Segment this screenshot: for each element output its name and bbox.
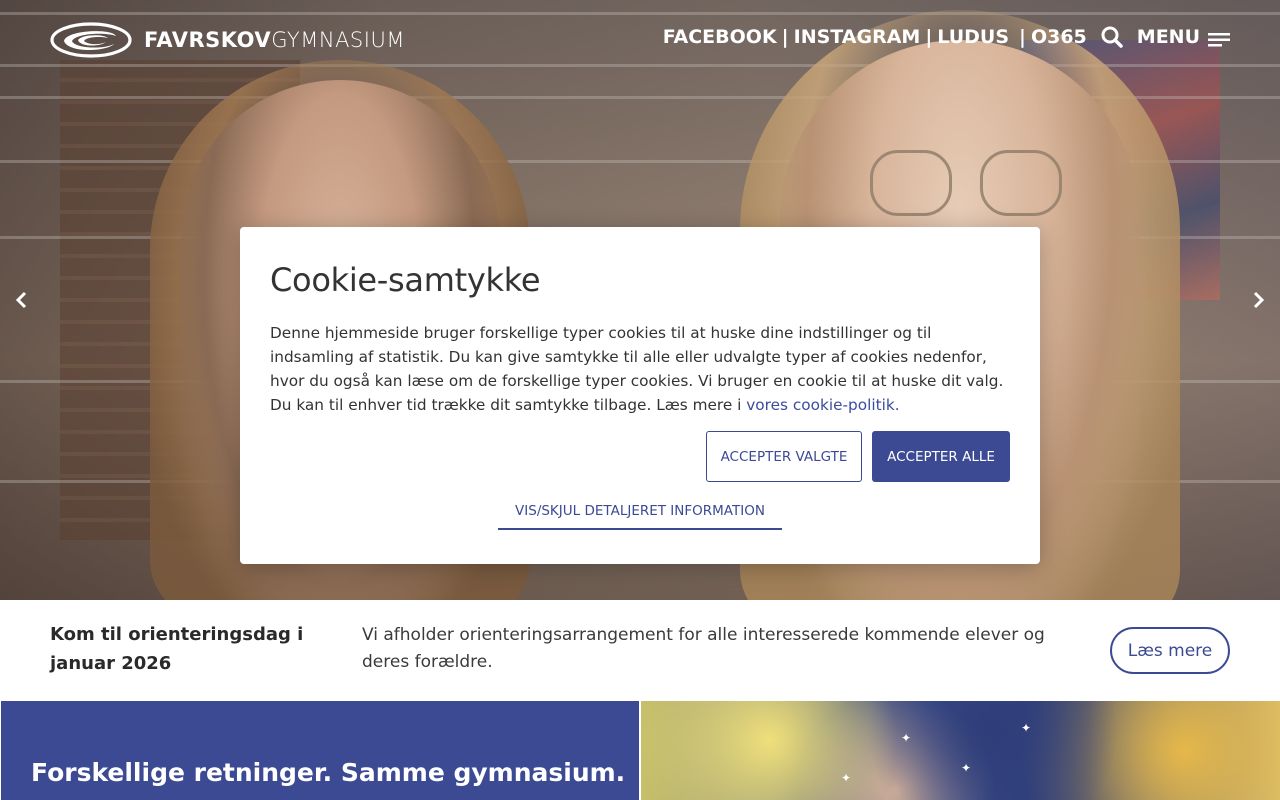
hero-glasses	[870, 150, 1070, 220]
nav-link-instagram[interactable]: INSTAGRAM	[794, 26, 921, 48]
promo-panel: Forskellige retninger. Samme gymnasium.	[1, 701, 639, 800]
nav-link-ludus[interactable]: LUDUS	[937, 26, 1009, 48]
cookie-dialog-title: Cookie-samtykke	[270, 261, 541, 299]
cookie-consent-dialog: Cookie-samtykke Denne hjemmeside bruger …	[240, 227, 1040, 564]
site-logo[interactable]: FAVRSKOVGYMNASIUM	[50, 22, 405, 58]
chevron-left-icon[interactable]	[12, 290, 32, 310]
toggle-details-link[interactable]: VIS/SKJUL DETALJERET INFORMATION	[498, 503, 782, 530]
star-decoration: ✦	[901, 731, 912, 745]
accept-all-button[interactable]: ACCEPTER ALLE	[872, 431, 1010, 482]
top-nav: FACEBOOK | INSTAGRAM | LUDUS | O365 MENU	[663, 26, 1230, 48]
chevron-right-icon[interactable]	[1248, 290, 1268, 310]
logo-swirl-icon	[50, 22, 132, 58]
menu-label: MENU	[1136, 26, 1200, 48]
cookie-policy-link[interactable]: vores cookie-politik	[746, 396, 894, 414]
promo-image: ✦ ✦ ✦ ✦	[641, 701, 1280, 800]
nav-separator: |	[781, 26, 789, 48]
nav-separator: |	[1019, 26, 1026, 48]
read-more-button[interactable]: Læs mere	[1110, 627, 1230, 674]
logo-light-text: GYMNASIUM	[271, 28, 405, 52]
cookie-link-suffix: .	[894, 396, 900, 414]
event-description: Vi afholder orienteringsarrangement for …	[362, 625, 1045, 672]
site-header: FAVRSKOVGYMNASIUM FACEBOOK | INSTAGRAM |…	[0, 0, 1280, 80]
promo-heading: Forskellige retninger. Samme gymnasium.	[31, 758, 626, 787]
logo-bold-text: FAVRSKOV	[144, 28, 272, 52]
nav-link-o365[interactable]: O365	[1031, 26, 1087, 48]
cookie-dialog-body: Denne hjemmeside bruger forskellige type…	[270, 321, 1010, 417]
nav-link-facebook[interactable]: FACEBOOK	[663, 26, 777, 48]
accept-selected-button[interactable]: ACCEPTER VALGTE	[706, 431, 862, 482]
search-icon[interactable]	[1101, 26, 1123, 48]
event-title: Kom til orienteringsdag i januar 2026	[50, 624, 304, 674]
logo-wordmark: FAVRSKOVGYMNASIUM	[144, 28, 405, 52]
event-info-bar: Kom til orienteringsdag i januar 2026 Vi…	[0, 600, 1280, 700]
cookie-button-group: ACCEPTER VALGTE ACCEPTER ALLE	[706, 431, 1010, 482]
star-decoration: ✦	[1021, 721, 1032, 735]
menu-button[interactable]: MENU	[1137, 26, 1230, 48]
star-decoration: ✦	[841, 771, 852, 785]
nav-separator: |	[925, 26, 933, 48]
star-decoration: ✦	[961, 761, 972, 775]
hamburger-icon	[1208, 30, 1230, 47]
